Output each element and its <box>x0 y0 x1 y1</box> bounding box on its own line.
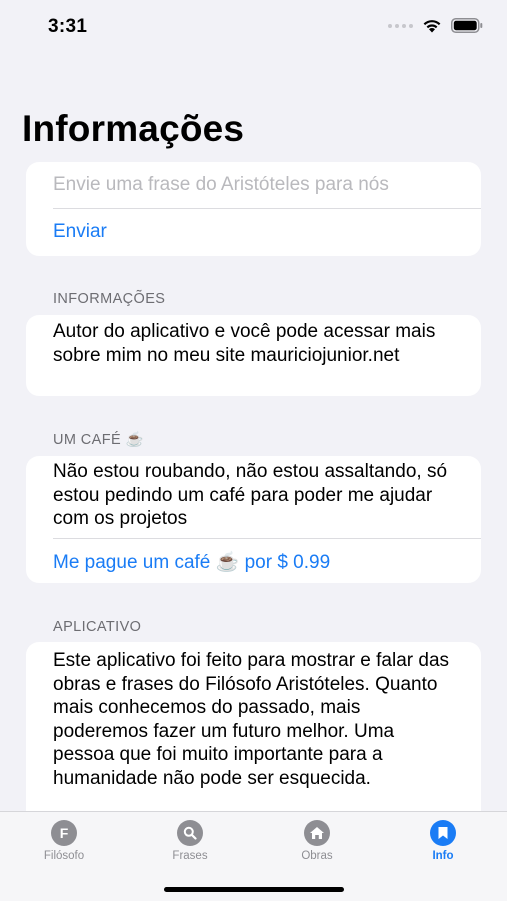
page-title: Informações <box>22 108 245 149</box>
status-icons <box>388 18 483 33</box>
tab-frases[interactable]: Frases <box>140 820 240 862</box>
author-info-text[interactable]: Autor do aplicativo e você pode acessar … <box>26 315 481 367</box>
section-header-um-cafe: UM CAFÉ ☕️ <box>53 432 144 448</box>
tab-bar: F Filósofo Frases Obras Info <box>0 811 507 901</box>
home-indicator <box>164 887 344 892</box>
bookmark-icon <box>430 820 456 846</box>
signal-icon <box>388 23 413 28</box>
coffee-description-text: Não estou roubando, não estou assaltando… <box>53 461 448 529</box>
info-card: Autor do aplicativo e você pode acessar … <box>26 315 481 396</box>
section-header-informacoes: INFORMAÇÕES <box>53 291 166 307</box>
tab-label: Filósofo <box>43 850 85 862</box>
about-app-text: Este aplicativo foi feito para mostrar e… <box>53 650 450 789</box>
phrase-input[interactable] <box>26 162 481 208</box>
wifi-icon <box>423 20 441 33</box>
house-icon <box>304 820 330 846</box>
section-header-aplicativo: APLICATIVO <box>53 619 142 635</box>
battery-icon <box>451 18 483 33</box>
tab-filosofo[interactable]: F Filósofo <box>14 820 114 862</box>
status-time: 3:31 <box>48 16 88 37</box>
status-bar: 3:31 <box>0 0 507 54</box>
magnifying-glass-icon <box>177 820 203 846</box>
tab-label: Info <box>432 850 454 862</box>
tab-label: Obras <box>301 850 333 862</box>
coffee-card: Não estou roubando, não estou assaltando… <box>26 456 481 583</box>
letter-f-icon: F <box>51 820 77 846</box>
tab-label: Frases <box>172 850 208 862</box>
tab-info[interactable]: Info <box>393 820 493 862</box>
send-button[interactable]: Enviar <box>26 209 481 243</box>
buy-coffee-button[interactable]: Me pague um café ☕️ por $ 0.99 <box>26 539 481 574</box>
tab-obras[interactable]: Obras <box>267 820 367 862</box>
phrase-form-card: Enviar <box>26 162 481 256</box>
